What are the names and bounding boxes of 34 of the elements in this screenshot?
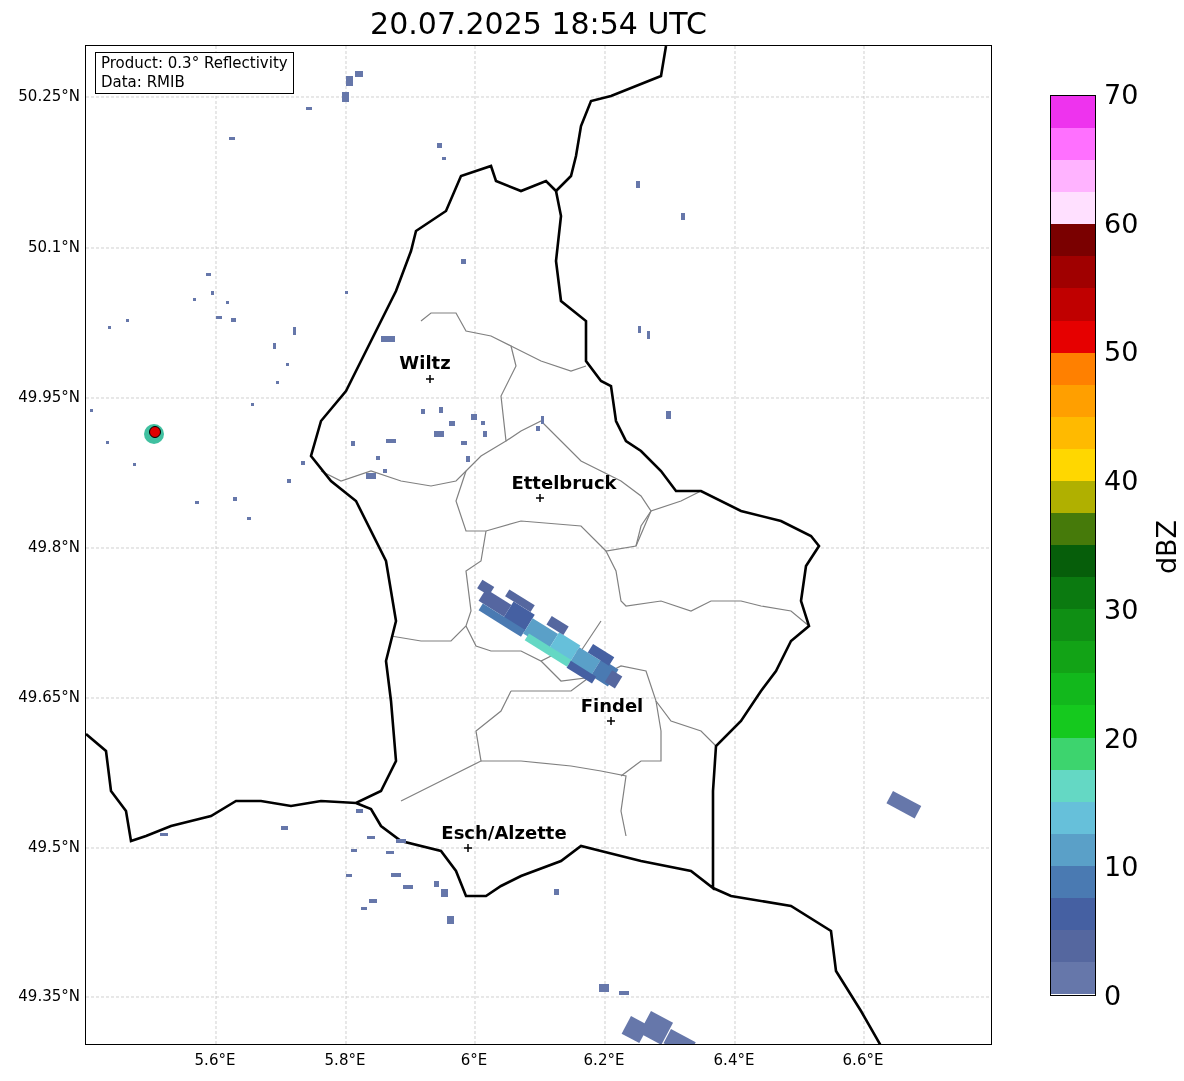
- colorbar-tick-label: 10: [1104, 852, 1139, 883]
- city-marker-icon: [606, 716, 616, 726]
- colorbar-tick-label: 50: [1104, 337, 1139, 368]
- longitude-label: 6.2°E: [583, 1051, 625, 1069]
- latitude-label: 50.25°N: [18, 87, 80, 105]
- longitude-label: 6.6°E: [842, 1051, 884, 1069]
- chart-title: 20.07.2025 18:54 UTC: [370, 5, 707, 43]
- latitude-label: 49.35°N: [18, 987, 80, 1005]
- longitude-label: 6.4°E: [713, 1051, 755, 1069]
- city-label: Esch/Alzette: [441, 822, 567, 844]
- colorbar-tick-label: 60: [1104, 208, 1139, 239]
- latitude-label: 50.1°N: [27, 238, 80, 256]
- colorbar-tick-label: 70: [1104, 80, 1139, 110]
- colorbar-label: dBZ: [1152, 519, 1183, 575]
- city-marker-icon: [425, 374, 435, 384]
- colorbar-tick-label: 30: [1104, 594, 1139, 625]
- city-label: Findel: [580, 695, 644, 717]
- longitude-label: 5.6°E: [194, 1051, 236, 1069]
- city-label: Ettelbruck: [511, 472, 617, 494]
- longitude-label: 5.8°E: [324, 1051, 366, 1069]
- latitude-label: 49.95°N: [18, 388, 80, 406]
- colorbar-tick-label: 0: [1104, 981, 1122, 1011]
- colorbar-tick-label: 20: [1104, 723, 1139, 754]
- city-marker-icon: [535, 493, 545, 503]
- info-text: Product: 0.3° Reflectivity: [101, 54, 288, 73]
- info-text: Data: RMIB: [101, 73, 186, 92]
- latitude-label: 49.8°N: [27, 538, 80, 556]
- radar-site-icon: [144, 424, 164, 444]
- city-marker-icon: [463, 843, 473, 853]
- longitude-label: 6°E: [460, 1051, 488, 1069]
- latitude-label: 49.5°N: [27, 838, 80, 856]
- latitude-label: 49.65°N: [18, 688, 80, 706]
- city-label: Wiltz: [399, 352, 451, 374]
- colorbar-tick-label: 40: [1104, 466, 1139, 497]
